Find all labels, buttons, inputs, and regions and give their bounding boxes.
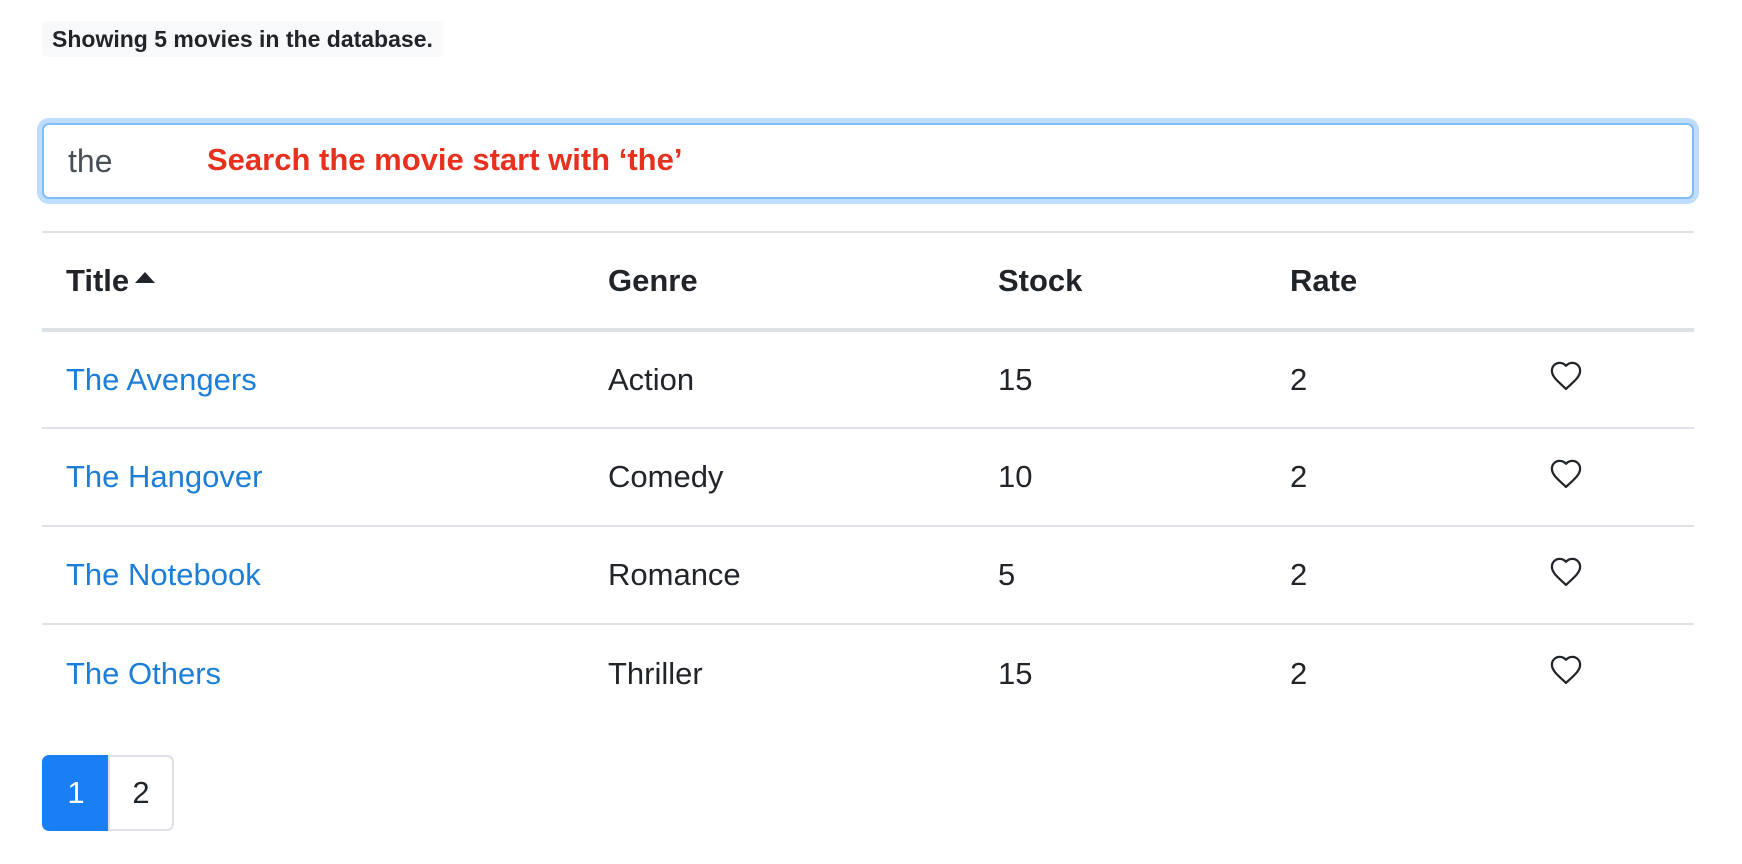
search-input[interactable] [44, 125, 1692, 197]
pagination: 1 2 [42, 755, 174, 831]
column-header-rate-label: Rate [1290, 262, 1358, 298]
cell-rate: 2 [1290, 361, 1308, 397]
heart-outline-icon[interactable] [1549, 458, 1583, 489]
cell-stock: 15 [974, 623, 1266, 722]
cell-title: The Others [42, 623, 584, 722]
cell-genre: Action [608, 361, 695, 397]
movie-title-link[interactable]: The Avengers [66, 362, 257, 397]
table-row: The Others Thriller 15 2 [42, 623, 1694, 722]
movie-count-banner: Showing 5 movies in the database. [42, 21, 443, 57]
movies-page: Showing 5 movies in the database. Search… [0, 0, 1742, 864]
cell-genre: Comedy [584, 427, 974, 526]
cell-rate: 2 [1266, 525, 1518, 624]
heart-outline-icon[interactable] [1549, 654, 1583, 685]
cell-title: The Hangover [42, 427, 584, 526]
heart-outline-icon[interactable] [1549, 556, 1583, 587]
cell-stock: 15 [998, 361, 1033, 397]
column-header-genre[interactable]: Genre [584, 231, 974, 332]
search-box[interactable] [42, 123, 1694, 199]
cell-like [1518, 623, 1694, 722]
column-header-title-label: Title [66, 262, 130, 298]
sort-ascending-icon [135, 271, 156, 283]
cell-genre: Thriller [584, 623, 974, 722]
table-row: The Avengers Action 15 2 [42, 330, 1694, 428]
page-button-1[interactable]: 1 [42, 755, 108, 831]
movie-title-link[interactable]: The Others [66, 656, 221, 691]
cell-stock: 10 [974, 427, 1266, 526]
table-header-row: Title Genre Stock Rate [42, 231, 1694, 332]
column-header-genre-label: Genre [608, 262, 698, 298]
column-header-title[interactable]: Title [42, 231, 584, 332]
cell-like [1518, 525, 1694, 624]
column-header-like [1518, 231, 1694, 332]
column-header-rate[interactable]: Rate [1266, 231, 1518, 332]
movies-table: Title Genre Stock Rate The Avengers Acti… [42, 231, 1694, 722]
column-header-stock[interactable]: Stock [974, 231, 1266, 332]
cell-genre: Romance [584, 525, 974, 624]
cell-title: The Avengers [42, 330, 584, 428]
column-header-stock-label: Stock [998, 262, 1083, 298]
table-row: The Notebook Romance 5 2 [42, 525, 1694, 624]
heart-outline-icon[interactable] [1549, 360, 1583, 391]
cell-like [1518, 427, 1694, 526]
table-body: The Avengers Action 15 2 The Hangover Co… [42, 330, 1694, 722]
cell-rate: 2 [1266, 623, 1518, 722]
table-header: Title Genre Stock Rate [42, 231, 1694, 332]
page-button-2[interactable]: 2 [108, 755, 174, 831]
movie-title-link[interactable]: The Hangover [66, 459, 262, 494]
cell-like [1518, 330, 1694, 428]
cell-rate: 2 [1266, 427, 1518, 526]
cell-stock: 5 [974, 525, 1266, 624]
movie-title-link[interactable]: The Notebook [66, 557, 261, 592]
cell-title: The Notebook [42, 525, 584, 624]
table-row: The Hangover Comedy 10 2 [42, 427, 1694, 526]
